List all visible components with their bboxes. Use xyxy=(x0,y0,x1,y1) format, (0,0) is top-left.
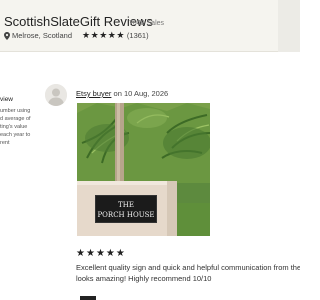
sidebar-text: umber using d average of ting's value ea… xyxy=(0,107,40,147)
star-icon: ★ xyxy=(82,30,91,40)
location-pin-icon xyxy=(4,31,10,40)
sign-text-line2: PORCH HOUSE xyxy=(97,211,154,219)
review-text-line: Excellent quality sign and quick and hel… xyxy=(76,263,300,272)
sidebar-info: view umber using d average of ting's val… xyxy=(0,96,40,147)
star-icon: ★ xyxy=(105,248,115,259)
star-icon: ★ xyxy=(76,248,85,259)
review-photo[interactable]: THE PORCH HOUSE xyxy=(77,103,210,236)
review-body: Excellent quality sign and quick and hel… xyxy=(76,262,300,284)
shop-header: ScottishSlateGift Reviews 7048 Sales Mel… xyxy=(0,0,300,52)
reviewer-line: Etsy buyer on 10 Aug, 2026 xyxy=(76,89,168,98)
star-icon: ★ xyxy=(95,248,105,259)
shop-rating-stars: ★ ★ ★ ★ ★ xyxy=(82,31,125,40)
star-icon: ★ xyxy=(107,30,116,40)
review-count[interactable]: (1361) xyxy=(127,31,149,40)
star-icon: ★ xyxy=(85,248,95,259)
review-rating-stars: ★ ★ ★ ★ ★ xyxy=(76,249,126,259)
reviewer-name-link[interactable]: Etsy buyer xyxy=(76,89,111,98)
sign-text-line1: THE xyxy=(118,201,134,209)
review-photo-image: THE PORCH HOUSE xyxy=(77,103,210,236)
star-icon: ★ xyxy=(90,30,99,40)
shop-location: Melrose, Scotland xyxy=(12,31,73,40)
avatar[interactable] xyxy=(45,84,67,106)
review-date: on 10 Aug, 2026 xyxy=(111,89,169,98)
shop-meta-row: Melrose, Scotland ★ ★ ★ ★ ★ (1361) xyxy=(4,31,149,40)
star-icon: ★ xyxy=(116,30,125,40)
header-side-panel xyxy=(278,0,300,52)
sidebar-line: ting's value xyxy=(0,124,28,130)
sidebar-line: umber using xyxy=(0,108,31,114)
sidebar-line: d average of xyxy=(0,116,31,122)
sidebar-line: each year to xyxy=(0,132,31,138)
sidebar-title: view xyxy=(0,96,14,103)
sales-count: 7048 Sales xyxy=(129,20,165,27)
review-text-line: looks amazing! Highly recommend 10/10 xyxy=(76,274,212,283)
sidebar-line: rent xyxy=(0,140,10,146)
default-avatar-icon xyxy=(45,84,67,106)
star-icon: ★ xyxy=(99,30,108,40)
star-icon: ★ xyxy=(115,248,125,259)
next-item-marker xyxy=(80,296,96,300)
